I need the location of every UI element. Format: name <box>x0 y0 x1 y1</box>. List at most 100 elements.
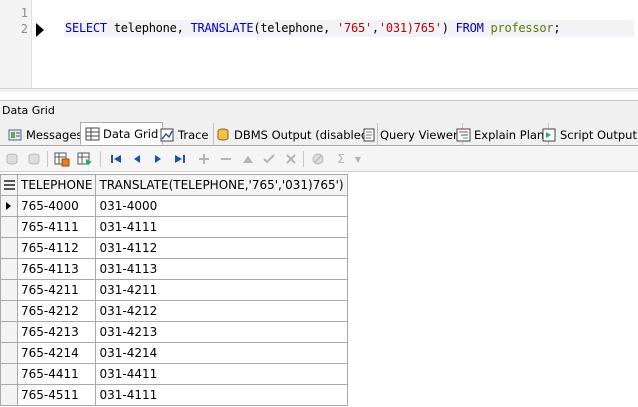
code-comma: , <box>371 21 379 35</box>
cell-translate[interactable]: 031-4111 <box>95 384 348 406</box>
string-literal-2: '031)765' <box>378 21 442 35</box>
cell-telephone[interactable]: 765-4211 <box>16 279 97 301</box>
row-indicator[interactable] <box>0 384 18 406</box>
editor-horizontal-scrollbar[interactable] <box>0 88 638 92</box>
sql-statement[interactable]: SELECT telephone, TRANSLATE(telephone, '… <box>65 21 561 35</box>
cell-telephone[interactable]: 765-4111 <box>16 216 97 238</box>
tab-messages[interactable]: Messages <box>4 123 88 146</box>
current-row-arrow-icon <box>6 202 11 210</box>
current-statement-arrow-icon <box>36 23 44 37</box>
tab-dbms-output[interactable]: DBMS Output (disabled) <box>212 123 378 146</box>
line-number-gutter: 1 2 <box>0 0 32 92</box>
rollback-icon[interactable] <box>26 151 42 167</box>
tab-query-viewer-label: Query Viewer <box>380 127 458 142</box>
panel-title: Data Grid <box>0 100 638 120</box>
column-header-telephone[interactable]: TELEPHONE <box>16 174 97 196</box>
explain-plan-icon <box>456 128 471 142</box>
toolbar-separator <box>100 151 101 167</box>
table-row[interactable]: 765-4111 031-4111 <box>0 216 348 238</box>
row-indicator[interactable] <box>0 363 18 385</box>
edit-record-icon[interactable] <box>240 151 256 167</box>
sql-editor[interactable]: 1 2 SELECT telephone, TRANSLATE(telephon… <box>0 0 638 92</box>
cell-translate[interactable]: 031-4214 <box>95 342 348 364</box>
cell-telephone[interactable]: 765-4411 <box>16 363 97 385</box>
grid-header-row: TELEPHONE TRANSLATE(TELEPHONE,'765','031… <box>0 174 348 196</box>
line-number-2: 2 <box>20 22 28 36</box>
code-column: telephone, <box>106 21 191 35</box>
export-icon[interactable] <box>54 151 70 167</box>
row-indicator[interactable] <box>0 258 18 280</box>
cell-telephone[interactable]: 765-4213 <box>16 321 97 343</box>
row-indicator[interactable] <box>0 300 18 322</box>
cell-telephone[interactable]: 765-4214 <box>16 342 97 364</box>
insert-record-icon[interactable] <box>196 151 212 167</box>
tab-data-grid[interactable]: Data Grid <box>80 122 164 145</box>
tab-explain-plan-label: Explain Plan <box>474 127 545 142</box>
cell-translate[interactable]: 031-4411 <box>95 363 348 385</box>
cell-telephone[interactable]: 765-4511 <box>16 384 97 406</box>
next-record-icon[interactable] <box>150 151 166 167</box>
script-output-icon <box>542 128 557 142</box>
messages-icon <box>8 128 23 142</box>
toolbar-separator <box>303 151 304 167</box>
refresh-icon[interactable] <box>77 151 93 167</box>
prior-record-icon[interactable] <box>129 151 145 167</box>
table-row[interactable]: 765-4511 031-4111 <box>0 384 348 406</box>
cell-telephone[interactable]: 765-4113 <box>16 258 97 280</box>
table-row[interactable]: 765-4000 031-4000 <box>0 195 348 217</box>
cell-translate[interactable]: 031-4000 <box>95 195 348 217</box>
cell-translate[interactable]: 031-4111 <box>95 216 348 238</box>
dbms-output-icon <box>216 128 231 142</box>
post-edit-icon[interactable] <box>261 151 277 167</box>
tab-dbms-output-label: DBMS Output (disabled) <box>234 127 373 142</box>
sum-icon[interactable]: Σ <box>333 151 349 167</box>
row-indicator[interactable] <box>0 216 18 238</box>
table-row[interactable]: 765-4211 031-4211 <box>0 279 348 301</box>
tab-script-output-label: Script Output <box>560 127 637 142</box>
last-record-icon[interactable] <box>172 151 188 167</box>
delete-record-icon[interactable] <box>218 151 234 167</box>
first-record-icon[interactable] <box>108 151 124 167</box>
grid-corner[interactable] <box>0 174 18 196</box>
sum-dropdown-icon[interactable]: ▼ <box>350 151 366 167</box>
row-indicator[interactable] <box>0 279 18 301</box>
column-header-translate[interactable]: TRANSLATE(TELEPHONE,'765','031)765') <box>95 174 348 196</box>
tab-query-viewer[interactable]: Query Viewer <box>358 123 463 146</box>
cell-translate[interactable]: 031-4113 <box>95 258 348 280</box>
row-indicator[interactable] <box>0 321 18 343</box>
tab-trace[interactable]: Trace <box>156 123 214 146</box>
tab-messages-label: Messages <box>26 127 83 142</box>
data-grid[interactable]: TELEPHONE TRANSLATE(TELEPHONE,'765','031… <box>0 174 348 406</box>
result-tabs: Messages Data Grid Trace DBMS Output (di… <box>0 120 638 146</box>
row-indicator[interactable] <box>0 195 18 217</box>
table-row[interactable]: 765-4214 031-4214 <box>0 342 348 364</box>
cancel-edit-icon[interactable] <box>283 151 299 167</box>
cell-translate[interactable]: 031-4112 <box>95 237 348 259</box>
tab-explain-plan[interactable]: Explain Plan <box>452 123 550 146</box>
trace-icon <box>160 128 175 142</box>
tab-trace-label: Trace <box>178 127 209 142</box>
table-row[interactable]: 765-4112 031-4112 <box>0 237 348 259</box>
cell-translate[interactable]: 031-4213 <box>95 321 348 343</box>
table-row[interactable]: 765-4212 031-4212 <box>0 300 348 322</box>
code-args-open: (telephone, <box>253 21 338 35</box>
tab-script-output[interactable]: Script Output <box>538 123 638 146</box>
query-viewer-icon <box>362 128 377 142</box>
cell-telephone[interactable]: 765-4212 <box>16 300 97 322</box>
table-row[interactable]: 765-4213 031-4213 <box>0 321 348 343</box>
cell-telephone[interactable]: 765-4000 <box>16 195 97 217</box>
cell-translate[interactable]: 031-4211 <box>95 279 348 301</box>
row-indicator[interactable] <box>0 342 18 364</box>
row-indicator[interactable] <box>0 237 18 259</box>
toolbar-separator <box>47 151 48 167</box>
code-args-close: ) <box>441 21 456 35</box>
commit-icon[interactable] <box>4 151 20 167</box>
cell-telephone[interactable]: 765-4112 <box>16 237 97 259</box>
code-semicolon: ; <box>553 21 561 35</box>
table-row[interactable]: 765-4113 031-4113 <box>0 258 348 280</box>
filter-icon[interactable] <box>310 151 326 167</box>
table-row[interactable]: 765-4411 031-4411 <box>0 363 348 385</box>
cell-translate[interactable]: 031-4212 <box>95 300 348 322</box>
keyword-from: FROM <box>455 21 484 35</box>
